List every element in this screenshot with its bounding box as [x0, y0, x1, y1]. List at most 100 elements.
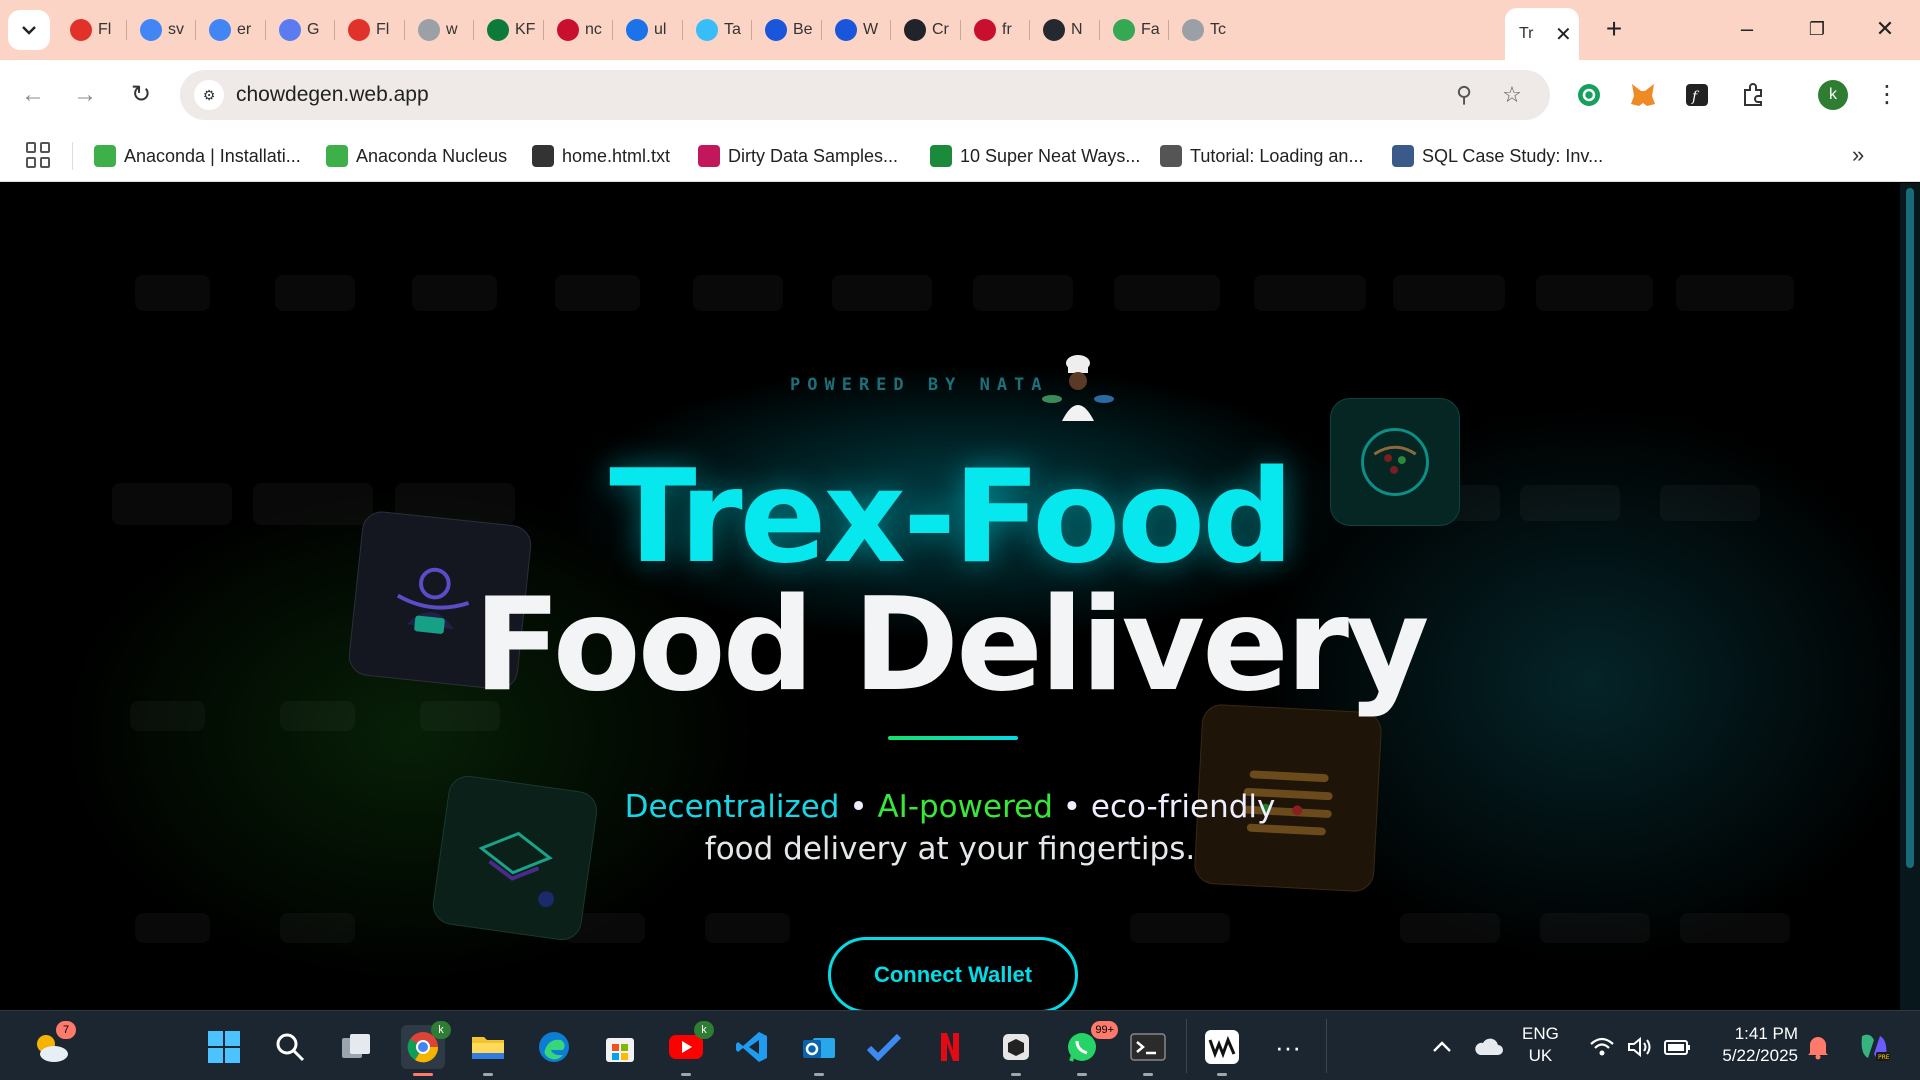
c-logo-icon — [835, 19, 857, 41]
site-settings-icon[interactable]: ⚙ — [194, 80, 224, 110]
bookmark-2[interactable]: home.html.txt — [532, 142, 670, 170]
battery-icon[interactable] — [1656, 1025, 1700, 1069]
active-indicator — [413, 1073, 433, 1076]
taskbar-cube-app[interactable] — [994, 1025, 1038, 1076]
bookmark-6[interactable]: SQL Case Study: Inv... — [1392, 142, 1603, 170]
tab-2[interactable]: er — [199, 12, 259, 48]
close-tab-icon[interactable]: ✕ — [1555, 22, 1572, 47]
tray-overflow-chevron-icon[interactable] — [1420, 1025, 1464, 1069]
url-text[interactable]: chowdegen.web.app — [236, 83, 429, 107]
address-bar[interactable]: ⚙ chowdegen.web.app ⚲ ☆ — [180, 70, 1550, 120]
task-view-button[interactable] — [334, 1025, 378, 1069]
kf-icon — [487, 19, 509, 41]
globe-icon — [532, 145, 554, 167]
new-tab-button[interactable]: + — [1598, 14, 1630, 46]
grammarly-extension-icon[interactable] — [1572, 78, 1606, 112]
bookmarks-overflow-button[interactable]: » — [1852, 142, 1864, 168]
taskbar-terminal[interactable] — [1126, 1025, 1170, 1076]
scrollbar-thumb[interactable] — [1906, 188, 1914, 868]
back-button[interactable]: ← — [16, 78, 50, 112]
metamask-extension-icon[interactable] — [1626, 78, 1660, 112]
running-indicator — [1217, 1073, 1227, 1076]
tab-11[interactable]: W — [825, 12, 885, 48]
github-icon — [1043, 19, 1065, 41]
tab-4[interactable]: Fl — [338, 12, 398, 48]
tagline-separator: • — [839, 789, 878, 825]
profile-avatar[interactable]: k — [1818, 80, 1848, 110]
tab-14[interactable]: N — [1033, 12, 1093, 48]
function-extension-icon[interactable]: f — [1680, 78, 1714, 112]
tab-3[interactable]: G — [269, 12, 329, 48]
tab-separator — [473, 20, 474, 40]
tab-16[interactable]: Tc — [1172, 12, 1232, 48]
tab-15[interactable]: Fa — [1103, 12, 1163, 48]
tab-9[interactable]: Ta — [686, 12, 746, 48]
tab-5[interactable]: w — [408, 12, 468, 48]
tab-active[interactable]: Tr ✕ — [1505, 8, 1579, 60]
browser-menu-icon[interactable]: ⋮ — [1872, 78, 1902, 112]
extensions-puzzle-icon[interactable] — [1736, 78, 1770, 112]
start-button[interactable] — [202, 1025, 246, 1069]
taskbar-store[interactable] — [598, 1025, 642, 1069]
connect-wallet-button[interactable]: Connect Wallet — [828, 937, 1078, 1010]
whatsapp-badge: 99+ — [1091, 1021, 1118, 1039]
browser-toolbar: ← → ↻ ⚙ chowdegen.web.app ⚲ ☆ f k ⋮ — [0, 60, 1920, 130]
minimize-button[interactable]: – — [1730, 14, 1764, 46]
bookmark-star-icon[interactable]: ☆ — [1498, 81, 1526, 109]
bookmark-0[interactable]: Anaconda | Installati... — [94, 142, 301, 170]
bookmark-5[interactable]: Tutorial: Loading an... — [1160, 142, 1363, 170]
system-clock[interactable]: 1:41 PM 5/22/2025 — [1710, 1023, 1798, 1067]
restore-button[interactable]: ❐ — [1800, 14, 1834, 46]
taskbar-wix-app[interactable] — [1200, 1025, 1244, 1076]
tab-1[interactable]: sv — [130, 12, 190, 48]
taskbar-vscode[interactable] — [730, 1025, 774, 1069]
close-window-button[interactable]: ✕ — [1868, 14, 1902, 46]
bookmark-label: home.html.txt — [562, 145, 671, 166]
apps-grid-icon[interactable] — [26, 142, 52, 168]
taskbar-outlook[interactable] — [797, 1025, 841, 1076]
edge-icon — [539, 1032, 569, 1062]
bookmark-1[interactable]: Anaconda Nucleus — [326, 142, 507, 170]
tab-10[interactable]: Be — [755, 12, 815, 48]
taskbar-youtube[interactable]: k — [664, 1021, 714, 1076]
taskbar-whatsapp[interactable]: 99+ — [1060, 1021, 1118, 1076]
taskbar-edge[interactable] — [532, 1025, 576, 1069]
taskbar-todo[interactable] — [862, 1025, 906, 1069]
tab-0[interactable]: Fl — [60, 12, 120, 48]
forward-button[interactable]: → — [68, 78, 102, 112]
running-indicator — [814, 1073, 824, 1076]
tab-13[interactable]: fr — [964, 12, 1024, 48]
tagline-line2: food delivery at your fingertips. — [704, 831, 1196, 867]
tab-title: Tc — [1210, 21, 1226, 38]
taskbar-more-button[interactable]: ··· — [1266, 1025, 1310, 1069]
tab-title: nc — [585, 21, 602, 38]
notification-bell-icon[interactable] — [1796, 1025, 1840, 1069]
taskbar-netflix[interactable] — [928, 1025, 972, 1069]
onedrive-cloud-icon[interactable] — [1466, 1025, 1510, 1069]
search-button[interactable] — [268, 1025, 312, 1069]
tab-6[interactable]: KF — [477, 12, 537, 48]
taskbar-chrome[interactable]: k — [401, 1021, 451, 1076]
tab-search-button[interactable] — [8, 10, 50, 50]
input-language[interactable]: ENG UK — [1522, 1023, 1559, 1067]
zoom-icon[interactable]: ⚲ — [1450, 81, 1478, 109]
tab-separator — [890, 20, 891, 40]
tab-12[interactable]: Cr — [894, 12, 954, 48]
opera-icon — [70, 19, 92, 41]
weather-widget[interactable]: 7 — [28, 1021, 76, 1069]
bookmark-label: 10 Super Neat Ways... — [960, 145, 1141, 166]
reload-button[interactable]: ↻ — [124, 78, 158, 112]
copilot-icon[interactable]: PRE — [1852, 1025, 1896, 1069]
bookmark-3[interactable]: Dirty Data Samples... — [698, 142, 898, 170]
running-indicator — [681, 1073, 691, 1076]
check-icon — [930, 145, 952, 167]
swirl-icon — [626, 19, 648, 41]
tab-title: Fl — [376, 21, 390, 38]
bar-chart-icon — [698, 145, 720, 167]
tab-8[interactable]: ul — [616, 12, 676, 48]
tab-7[interactable]: nc — [547, 12, 607, 48]
bookmark-4[interactable]: 10 Super Neat Ways... — [930, 142, 1140, 170]
tab-separator — [1099, 20, 1100, 40]
tab-title: Cr — [932, 21, 949, 38]
taskbar-file-explorer[interactable] — [466, 1025, 510, 1076]
